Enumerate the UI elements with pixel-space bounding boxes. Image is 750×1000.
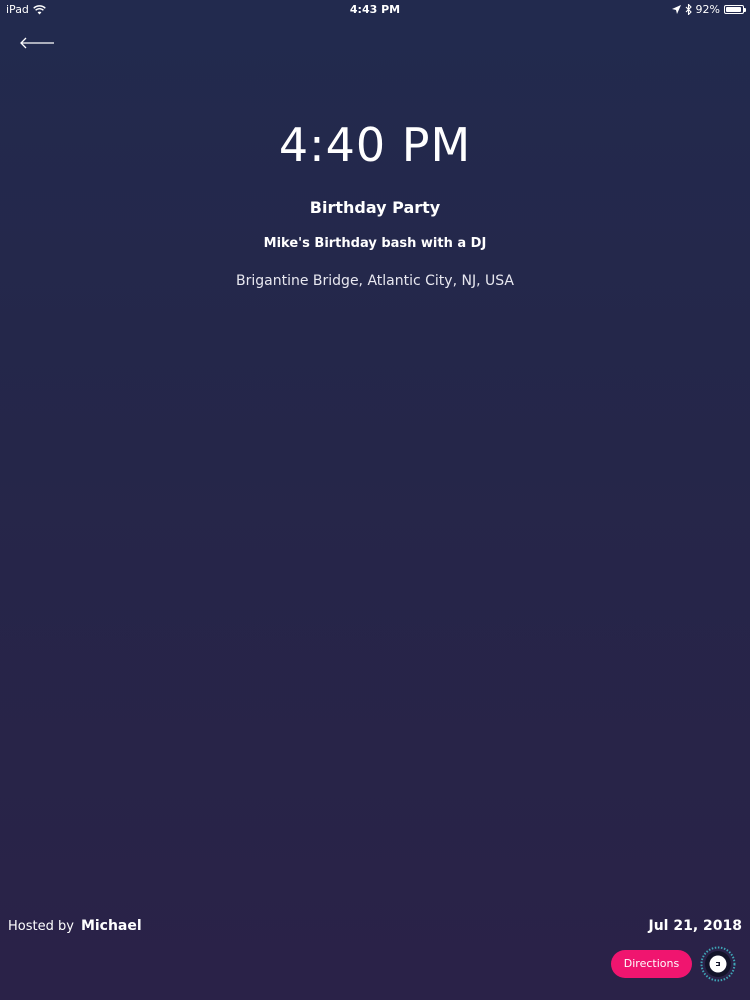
back-arrow-icon <box>20 37 54 49</box>
uber-button[interactable] <box>700 946 736 982</box>
status-bar: iPad 4:43 PM 92% <box>0 0 750 20</box>
back-button[interactable] <box>18 30 58 56</box>
host-name: Michael <box>80 918 142 934</box>
hosted-by-label: Hosted by <box>8 919 74 934</box>
hosted-by: Hosted by Michael <box>8 918 142 934</box>
event-location: Brigantine Bridge, Atlantic City, NJ, US… <box>236 273 514 289</box>
battery-fill <box>726 7 741 12</box>
event-time: 4:40 PM <box>278 118 472 172</box>
battery-icon <box>724 5 746 14</box>
location-arrow-icon <box>671 5 681 14</box>
event-title: Birthday Party <box>309 198 441 217</box>
battery-percent: 92% <box>695 3 720 16</box>
event-description: Mike's Birthday bash with a DJ <box>263 236 487 251</box>
directions-button[interactable]: Directions <box>611 950 692 978</box>
status-time: 4:43 PM <box>349 3 401 16</box>
event-date: Jul 21, 2018 <box>648 918 743 934</box>
status-right: 92% <box>671 3 746 16</box>
uber-icon <box>700 946 736 982</box>
bluetooth-icon <box>685 4 692 15</box>
